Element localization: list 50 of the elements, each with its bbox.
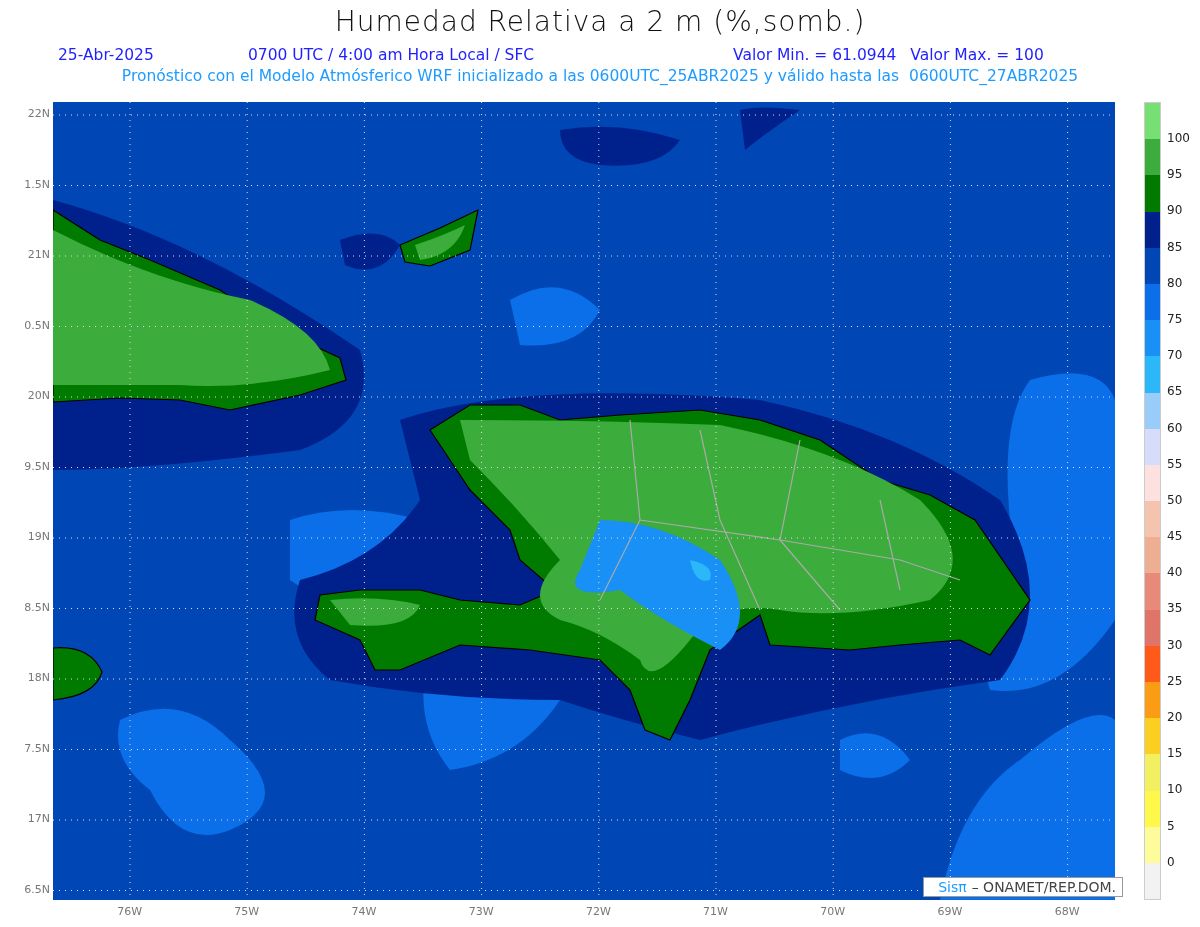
longitude-label: 70W: [819, 904, 847, 918]
legend-label: 5: [1167, 817, 1176, 835]
latitude-label: 19N: [26, 530, 51, 545]
longitude-label: 74W: [350, 904, 378, 918]
legend-label: 95: [1167, 166, 1184, 184]
date-label: 25-Abr-2025: [58, 45, 155, 64]
longitude-label: 76W: [116, 904, 144, 918]
latitude-label: 0.5N: [23, 318, 51, 334]
credit-text: – ONAMET/REP.DOM.: [971, 879, 1116, 895]
longitude-label: 68W: [1053, 904, 1081, 918]
legend-label: 70: [1167, 347, 1184, 365]
legend-label: 15: [1167, 745, 1184, 763]
legend-label: 10: [1167, 781, 1184, 799]
legend-label: 80: [1167, 274, 1184, 292]
legend-label: 40: [1167, 564, 1184, 582]
longitude-label: 75W: [233, 904, 261, 918]
longitude-label: 72W: [584, 904, 612, 918]
legend-label: 65: [1167, 383, 1184, 401]
latitude-label: 20N: [26, 389, 51, 404]
chart-title: Humedad Relativa a 2 m (%,somb.): [333, 4, 867, 40]
latitude-label: 22N: [26, 107, 51, 122]
latitude-label: 7.5N: [23, 741, 51, 757]
time-label: 0700 UTC / 4:00 am Hora Local / SFC: [248, 45, 536, 64]
max-value-label: Valor Max. = 100: [910, 45, 1044, 64]
legend-label: 45: [1167, 528, 1184, 546]
legend-label: 25: [1167, 672, 1184, 690]
latitude-label: 8.5N: [23, 600, 51, 616]
legend-label: 20: [1167, 709, 1184, 726]
legend-label: 75: [1167, 310, 1184, 328]
longitude-label: 73W: [467, 904, 495, 918]
longitude-label: 71W: [702, 904, 729, 918]
legend-label: 85: [1167, 238, 1184, 256]
logo-text: Sisπ: [938, 879, 967, 895]
latitude-label: 21N: [26, 248, 51, 263]
legend-label: 35: [1167, 600, 1184, 618]
min-value-label: Valor Min. = 61.0944: [733, 45, 897, 64]
legend-label: 30: [1167, 636, 1184, 654]
legend-label: 90: [1167, 202, 1184, 220]
legend-label: 100: [1167, 130, 1190, 147]
latitude-label: 9.5N: [23, 459, 51, 475]
latitude-label: 18N: [26, 671, 51, 686]
legend-label: 55: [1167, 455, 1184, 473]
latitude-label: 17N: [26, 812, 51, 827]
latitude-label: 1.5N: [23, 177, 51, 193]
legend-label: 50: [1167, 491, 1184, 509]
forecast-description: Pronóstico con el Modelo Atmósferico WRF inicializado a las 0600UTC_25ABR2025 y válido hasta las 0600UTC_27ABR2025: [121, 66, 1079, 85]
legend-label: 60: [1167, 419, 1184, 437]
legend-label: 0: [1167, 853, 1176, 871]
longitude-label: 69W: [936, 904, 964, 918]
latitude-label: 6.5N: [23, 882, 51, 897]
